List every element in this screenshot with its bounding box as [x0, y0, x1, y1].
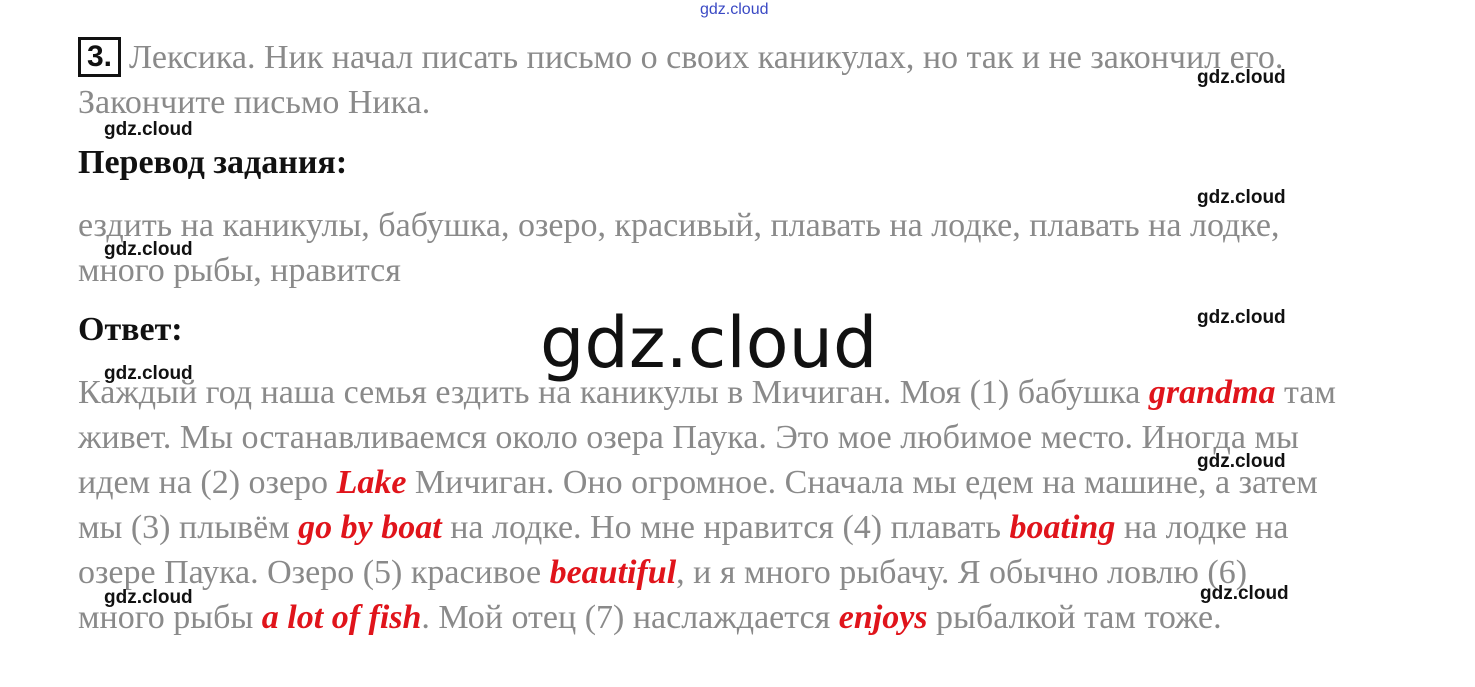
watermark-small: gdz.cloud [104, 587, 193, 608]
translation-heading: Перевод задания: [78, 144, 348, 181]
answer-text-segment: рыбалкой там тоже. [927, 599, 1222, 636]
watermark-small: gdz.cloud [1197, 67, 1286, 88]
watermark-small: gdz.cloud [1197, 187, 1286, 208]
answer-text-segment: . Мой отец (7) наслаждается [421, 599, 839, 636]
answer-text: Каждый год наша семья ездить на каникулы… [78, 370, 1338, 640]
answer-word: Lake [336, 464, 407, 501]
document-page: gdz.cloud 3. Лексика. Ник начал писать пи… [0, 0, 1475, 687]
task-paragraph: 3. Лексика. Ник начал писать письмо о сво… [78, 35, 1338, 125]
watermark-small: gdz.cloud [1197, 451, 1286, 472]
answer-text-segment: на лодке. Но мне нравится (4) плавать [441, 509, 1010, 546]
answer-heading: Ответ: [78, 311, 183, 348]
watermark-small: gdz.cloud [104, 363, 193, 384]
answer-word: beautiful [549, 554, 677, 591]
answer-word: a lot of fish [261, 599, 422, 636]
watermark-small: gdz.cloud [104, 239, 193, 260]
watermark-big: gdz.cloud [540, 302, 878, 384]
task-number: 3. [78, 37, 122, 77]
task-text: Лексика. Ник начал писать письмо о своих… [78, 39, 1284, 121]
watermark-top: gdz.cloud [700, 1, 769, 18]
answer-word: grandma [1148, 374, 1276, 411]
answer-word: boating [1009, 509, 1116, 546]
answer-word: go by boat [298, 509, 442, 546]
translation-text: ездить на каникулы, бабушка, озеро, крас… [78, 207, 1280, 289]
answer-word: enjoys [838, 599, 928, 636]
watermark-small: gdz.cloud [104, 119, 193, 140]
watermark-small: gdz.cloud [1200, 583, 1289, 604]
watermark-small: gdz.cloud [1197, 307, 1286, 328]
